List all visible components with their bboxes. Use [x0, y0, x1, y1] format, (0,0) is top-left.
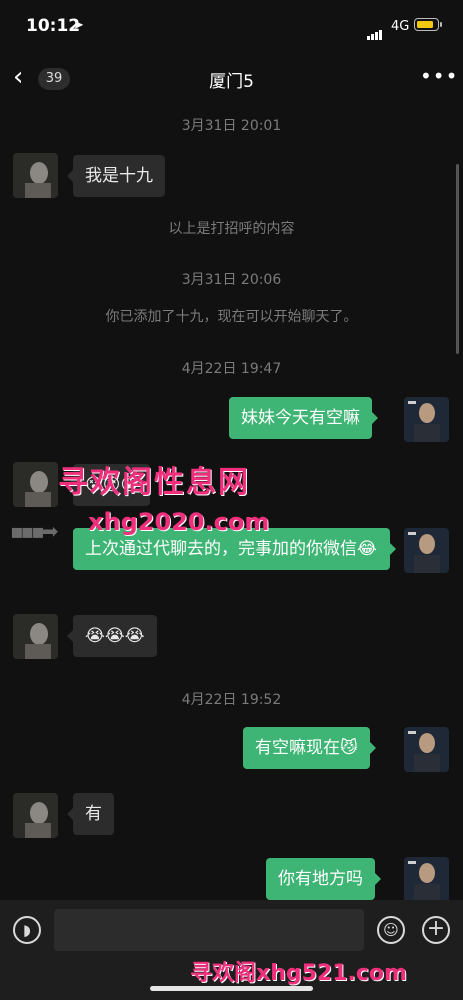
home-indicator[interactable]	[150, 986, 313, 991]
status-bar: 10:12 ➤ 4G	[0, 0, 463, 56]
plus-icon[interactable]: +	[422, 916, 450, 944]
status-time: 10:12	[26, 16, 81, 36]
battery-icon	[414, 18, 442, 31]
location-arrow-icon: ➤	[73, 18, 84, 33]
message-bubble-received[interactable]: 😭😭😭	[67, 615, 157, 657]
user-avatar[interactable]	[404, 727, 449, 772]
watermark-url: 寻欢阁xhg521.com	[190, 961, 407, 986]
message-bubble-sent[interactable]: 有空嘛现在😼	[243, 727, 376, 769]
signal-icon	[367, 21, 383, 40]
message-bubble-received[interactable]: 我是十九	[67, 155, 165, 197]
scrollbar[interactable]	[456, 164, 459, 354]
emoji-icon[interactable]: ☺	[377, 916, 405, 944]
more-options-icon[interactable]: •••	[420, 64, 458, 88]
message-bubble-sent[interactable]: 你有地方吗	[266, 858, 381, 900]
user-avatar[interactable]	[404, 397, 449, 442]
message-input[interactable]	[54, 909, 364, 951]
user-avatar[interactable]	[404, 528, 449, 573]
message-bubble-received[interactable]: 有	[67, 793, 114, 835]
system-message: 以上是打招呼的内容	[168, 221, 295, 237]
chat-header: ‹ 39 厦门5 •••	[0, 56, 463, 101]
timestamp: 3月31日 20:01	[181, 118, 282, 134]
watermark-text: 寻欢阁性息网	[58, 465, 250, 500]
network-type: 4G	[391, 19, 410, 34]
watermark-url: xhg2020.com	[88, 508, 270, 536]
contact-avatar[interactable]	[13, 793, 58, 838]
contact-avatar[interactable]	[13, 153, 58, 198]
message-bubble-sent[interactable]: 妹妹今天有空嘛	[229, 397, 378, 439]
user-avatar[interactable]	[404, 857, 449, 900]
timestamp: 3月31日 20:06	[181, 272, 282, 288]
contact-avatar[interactable]	[13, 614, 58, 659]
timestamp: 4月22日 19:52	[181, 692, 282, 708]
contact-avatar[interactable]	[13, 462, 58, 507]
system-message: 你已添加了十九，现在可以开始聊天了。	[105, 309, 358, 325]
timestamp: 4月22日 19:47	[181, 361, 282, 377]
voice-input-icon[interactable]: ◗	[13, 916, 41, 944]
chat-title: 厦门5	[209, 72, 254, 92]
arrow-watermark-icon: ▪▪▪➡	[10, 519, 58, 543]
